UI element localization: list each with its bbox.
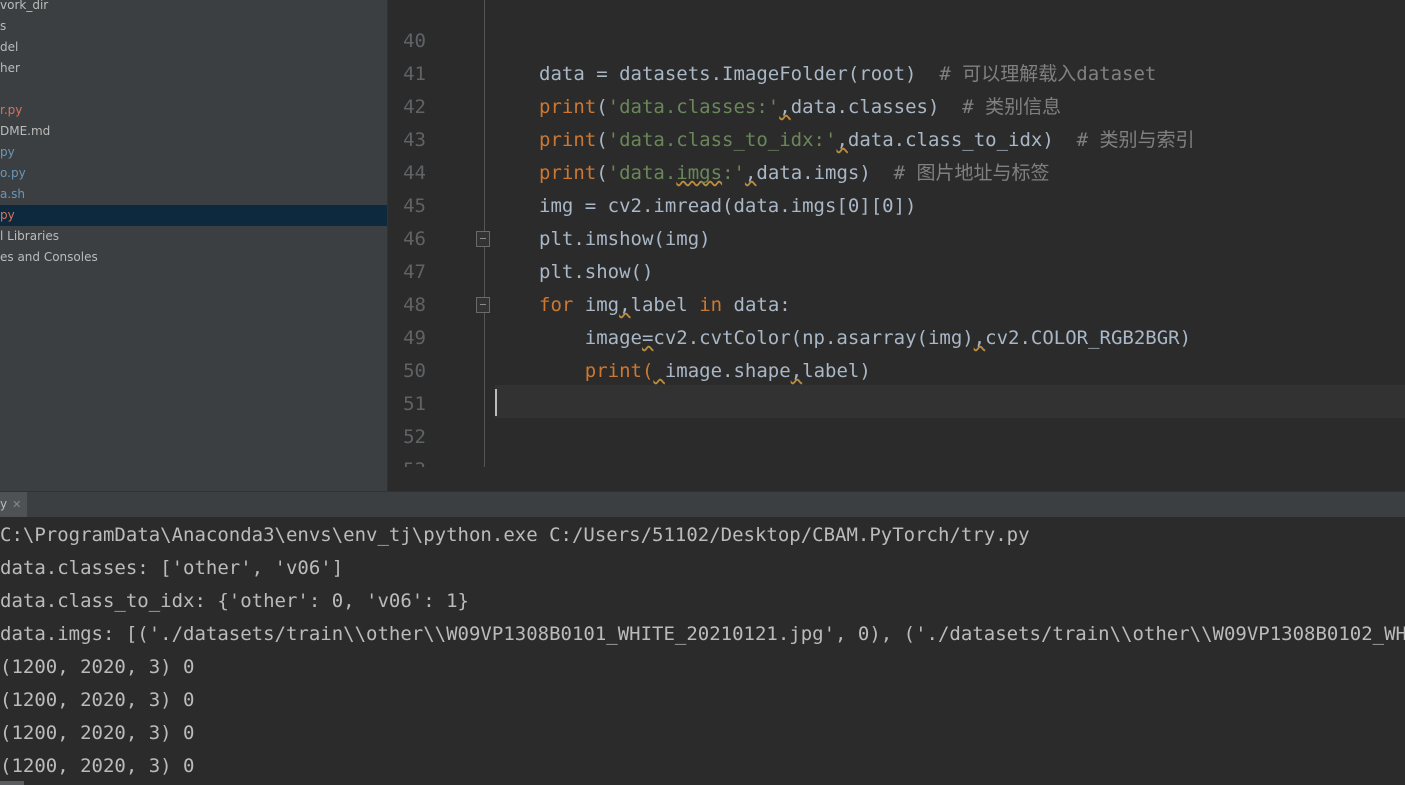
tree-item[interactable]: her [0,58,387,79]
tree-item-label: s [0,19,7,33]
tree-item[interactable] [0,79,387,100]
tree-item-file[interactable]: r.py [0,100,387,121]
run-tab[interactable]: y ✕ [0,492,28,517]
code-editor[interactable]: 40 data = datasets.ImageFolder(root) # 可… [388,0,1405,467]
tree-item-file[interactable]: py [0,142,387,163]
code-line[interactable]: 54 [388,454,1405,467]
code-line[interactable]: 40 data = datasets.ImageFolder(root) # 可… [388,0,1405,85]
code-line[interactable]: 47 for img,label in data: [388,223,1405,316]
tree-item-label: del [0,40,19,54]
console-line: data.classes: ['other', 'v06'] [0,557,344,579]
console-line: (1200, 2020, 3) 0 [0,689,195,711]
tree-item-label: py [0,208,15,222]
fold-end-icon[interactable] [476,297,490,313]
code-line[interactable]: 44 img = cv2.imread(data.imgs[0][0]) [388,124,1405,217]
console-line: (1200, 2020, 3) 0 [0,656,195,678]
tree-item[interactable]: s [0,16,387,37]
code-line[interactable]: 41 print('data.classes:',data.classes) #… [388,25,1405,118]
console-line: data.class_to_idx: {'other': 0, 'v06': 1… [0,590,469,612]
text-caret [495,389,497,416]
console-line: (1200, 2020, 3) 0 [0,722,195,744]
tree-item-label: vork_dir [0,0,49,12]
project-tree: vork_dir s del her r.py DME.md py o.py a… [0,0,388,491]
code-line[interactable]: 51 [388,355,1405,415]
tree-item-label: es and Consoles [0,250,98,264]
tree-item-scratches-consoles[interactable]: es and Consoles [0,247,387,268]
tree-item[interactable]: del [0,37,387,58]
tree-item-label: a.sh [0,187,26,201]
run-tool-window-header: y ✕ [0,491,1405,517]
run-console[interactable]: C:\ProgramData\Anaconda3\envs\env_tj\pyt… [0,517,1405,785]
code-line[interactable]: 43 print('data.imgs:',data.imgs) # 图片地址与… [388,91,1405,184]
tree-item-file-selected[interactable]: py [0,205,387,226]
code-line[interactable]: 50 [388,322,1405,382]
tree-item[interactable]: vork_dir [0,0,387,16]
close-icon[interactable]: ✕ [12,498,21,511]
tree-item-file[interactable]: DME.md [0,121,387,142]
console-line: data.imgs: [('./datasets/train\\other\\W… [0,623,1405,645]
tree-item-file[interactable]: o.py [0,163,387,184]
tree-item-label: py [0,145,15,159]
tree-item-label: DME.md [0,124,51,138]
tree-item-label: r.py [0,103,23,117]
tree-item-file[interactable]: a.sh [0,184,387,205]
run-tab-label: y [0,497,8,511]
console-horizontal-scrollbar[interactable] [0,781,24,785]
fold-collapse-icon[interactable] [476,231,490,247]
tree-item-external-libraries[interactable]: l Libraries [0,226,387,247]
tree-item-label: l Libraries [0,229,59,243]
code-line[interactable]: 45 plt.imshow(img) [388,157,1405,250]
tree-item-label: her [0,61,20,75]
tree-item-label: o.py [0,166,26,180]
code-line[interactable]: 42 print('data.class_to_idx:',data.class… [388,58,1405,151]
code-line[interactable]: 48 image=cv2.cvtColor(np.asarray(img),cv… [388,256,1405,349]
console-line: C:\ProgramData\Anaconda3\envs\env_tj\pyt… [0,524,1030,546]
code-line-current[interactable]: 52 [388,388,1405,448]
code-line[interactable]: 49 print( image.shape,label) [388,289,1405,382]
code-line[interactable]: 53 [388,421,1405,467]
code-line[interactable]: 46 plt.show() [388,190,1405,283]
editor-horizontal-scrollbar[interactable] [388,467,1405,491]
console-line: (1200, 2020, 3) 0 [0,755,195,777]
